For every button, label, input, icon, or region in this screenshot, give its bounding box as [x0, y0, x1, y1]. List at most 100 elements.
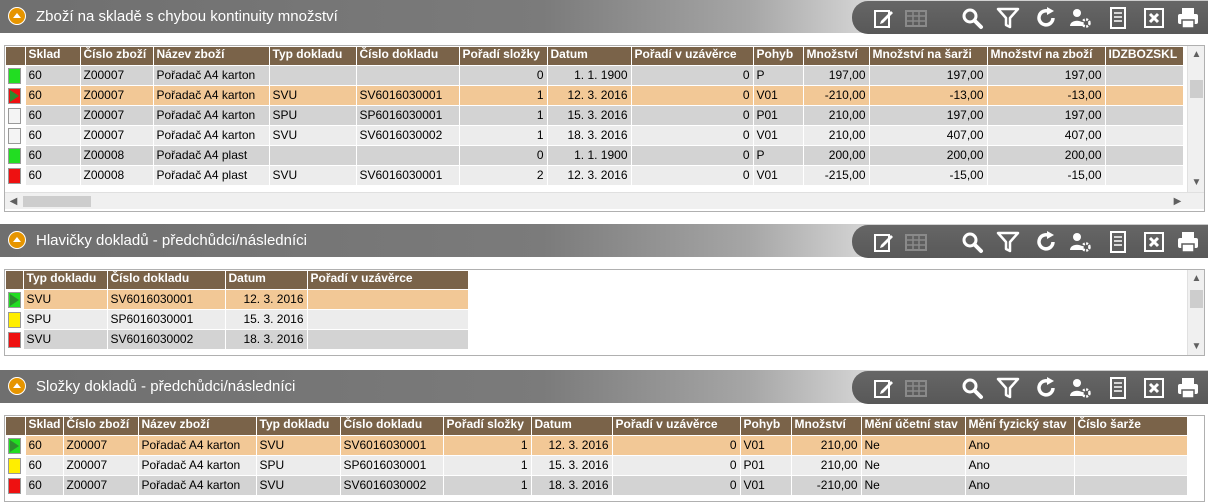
- table-cell[interactable]: [1074, 435, 1188, 456]
- table-cell[interactable]: -13,00: [987, 85, 1106, 106]
- table-cell[interactable]: [307, 309, 469, 330]
- table-cell[interactable]: [1074, 455, 1188, 476]
- table-cell[interactable]: V01: [753, 165, 804, 186]
- table-cell[interactable]: 12. 3. 2016: [547, 165, 632, 186]
- table-cell[interactable]: 210,00: [791, 455, 862, 476]
- print-icon[interactable]: [1176, 230, 1200, 254]
- table-cell[interactable]: 15. 3. 2016: [225, 309, 308, 330]
- table-cell[interactable]: SPU: [256, 455, 341, 476]
- table-row[interactable]: SVU SV6016030001 12. 3. 2016: [6, 289, 469, 310]
- excel-icon[interactable]: [1142, 376, 1166, 400]
- table-cell[interactable]: 0: [631, 125, 754, 146]
- search-icon[interactable]: [960, 6, 984, 30]
- row-status-indicator[interactable]: [6, 65, 26, 86]
- table-cell[interactable]: 1. 1. 1900: [547, 145, 632, 166]
- row-status-indicator[interactable]: [6, 455, 26, 476]
- table-cell[interactable]: [1105, 165, 1184, 186]
- table-cell[interactable]: -13,00: [869, 85, 988, 106]
- table-cell[interactable]: SV6016030001: [107, 289, 226, 310]
- scroll-up-icon[interactable]: ▲: [1188, 46, 1204, 63]
- table-cell[interactable]: 0: [631, 85, 754, 106]
- table-cell[interactable]: Ne: [861, 455, 966, 476]
- table-row[interactable]: 60 Z00007 Pořadač A4 karton SVU SV6016030002…: [6, 125, 1184, 146]
- table-cell[interactable]: SV6016030002: [356, 125, 460, 146]
- table-cell[interactable]: 210,00: [803, 125, 870, 146]
- column-header[interactable]: Název zboží: [153, 47, 270, 66]
- table-cell[interactable]: Z00007: [80, 85, 154, 106]
- table-cell[interactable]: 197,00: [987, 105, 1106, 126]
- table-cell[interactable]: [356, 145, 460, 166]
- table-row[interactable]: 60 Z00008 Pořadač A4 plast SVU SV6016030001 2…: [6, 165, 1184, 186]
- edit-icon[interactable]: [872, 230, 896, 254]
- table-cell[interactable]: SVU: [269, 85, 357, 106]
- table-cell[interactable]: 1: [443, 475, 532, 496]
- column-header[interactable]: IDZBOZSKL: [1105, 47, 1184, 66]
- column-header[interactable]: Pořadí složky: [459, 47, 548, 66]
- column-header[interactable]: Množství: [791, 417, 862, 436]
- table-row[interactable]: 60 Z00007 Pořadač A4 karton SVU SV6016030002…: [6, 475, 1188, 496]
- table-row[interactable]: 60 Z00007 Pořadač A4 karton SVU SV6016030001…: [6, 85, 1184, 106]
- table-cell[interactable]: [1105, 125, 1184, 146]
- table-cell[interactable]: 60: [25, 125, 81, 146]
- table-cell[interactable]: Pořadač A4 karton: [138, 475, 257, 496]
- table-cell[interactable]: SVU: [256, 475, 341, 496]
- table-cell[interactable]: 197,00: [869, 105, 988, 126]
- scroll-left-icon[interactable]: ◀: [5, 193, 22, 210]
- column-header[interactable]: Množství na šarži: [869, 47, 988, 66]
- column-header[interactable]: Číslo dokladu: [340, 417, 444, 436]
- table-cell[interactable]: 0: [459, 145, 548, 166]
- user-settings-icon[interactable]: [1068, 6, 1092, 30]
- table-cell[interactable]: 60: [25, 455, 64, 476]
- table-cell[interactable]: [307, 329, 469, 350]
- table-row[interactable]: 60 Z00007 Pořadač A4 karton SPU SP6016030001…: [6, 455, 1188, 476]
- print-icon[interactable]: [1176, 376, 1200, 400]
- row-status-indicator[interactable]: [6, 289, 24, 310]
- table-cell[interactable]: 0: [631, 105, 754, 126]
- table-cell[interactable]: 407,00: [869, 125, 988, 146]
- row-status-indicator[interactable]: [6, 165, 26, 186]
- table-cell[interactable]: 0: [612, 475, 741, 496]
- table-cell[interactable]: [1105, 105, 1184, 126]
- table-cell[interactable]: 1: [459, 105, 548, 126]
- row-status-indicator[interactable]: [6, 145, 26, 166]
- table-cell[interactable]: Pořadač A4 karton: [138, 455, 257, 476]
- collapse-icon[interactable]: [8, 377, 26, 395]
- table-cell[interactable]: Ano: [965, 435, 1075, 456]
- column-header[interactable]: Název zboží: [138, 417, 257, 436]
- table-cell[interactable]: Z00007: [80, 105, 154, 126]
- table-cell[interactable]: Pořadač A4 karton: [153, 125, 270, 146]
- user-settings-icon[interactable]: [1068, 230, 1092, 254]
- row-status-indicator[interactable]: [6, 309, 24, 330]
- scroll-down-icon[interactable]: ▼: [1188, 338, 1204, 355]
- filter-icon[interactable]: [996, 6, 1020, 30]
- table-cell[interactable]: 197,00: [987, 65, 1106, 86]
- table-cell[interactable]: 197,00: [869, 65, 988, 86]
- table-cell[interactable]: 200,00: [869, 145, 988, 166]
- table-cell[interactable]: [1105, 85, 1184, 106]
- search-icon[interactable]: [960, 230, 984, 254]
- document-icon[interactable]: [1106, 230, 1130, 254]
- column-header[interactable]: Datum: [547, 47, 632, 66]
- column-header[interactable]: Číslo šarže: [1074, 417, 1188, 436]
- table-cell[interactable]: -215,00: [803, 165, 870, 186]
- column-header[interactable]: Typ dokladu: [269, 47, 357, 66]
- table-cell[interactable]: [269, 145, 357, 166]
- table-cell[interactable]: SVU: [23, 289, 108, 310]
- table-cell[interactable]: 1: [443, 435, 532, 456]
- table-cell[interactable]: P: [753, 145, 804, 166]
- table-cell[interactable]: SV6016030001: [356, 85, 460, 106]
- table-cell[interactable]: 0: [631, 145, 754, 166]
- table-cell[interactable]: Z00007: [63, 435, 139, 456]
- table-cell[interactable]: V01: [753, 125, 804, 146]
- table-cell[interactable]: 1: [459, 125, 548, 146]
- table-cell[interactable]: 18. 3. 2016: [225, 329, 308, 350]
- column-header[interactable]: Pohyb: [740, 417, 792, 436]
- row-status-indicator[interactable]: [6, 85, 26, 106]
- table-cell[interactable]: [1074, 475, 1188, 496]
- table-cell[interactable]: 1: [443, 455, 532, 476]
- table-cell[interactable]: Ano: [965, 475, 1075, 496]
- column-header[interactable]: Množství na zboží: [987, 47, 1106, 66]
- column-header[interactable]: Datum: [531, 417, 613, 436]
- column-header[interactable]: Typ dokladu: [23, 271, 108, 290]
- collapse-icon[interactable]: [8, 7, 26, 25]
